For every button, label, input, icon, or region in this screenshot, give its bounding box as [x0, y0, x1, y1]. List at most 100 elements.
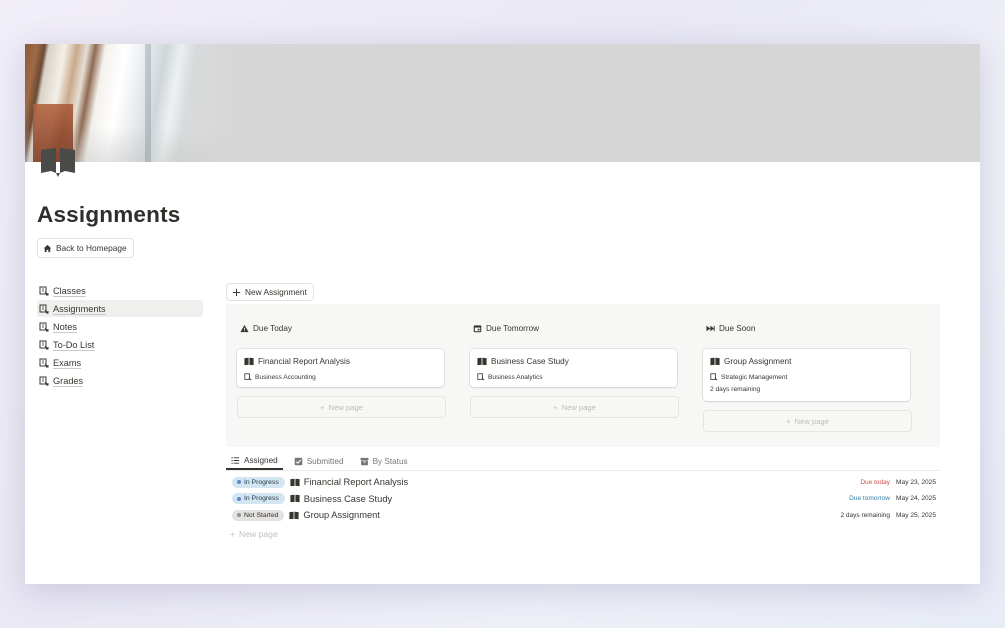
tab-by-status[interactable]: By Status: [355, 452, 413, 470]
due-date: May 25, 2025: [896, 511, 936, 519]
sidebar-item-grades[interactable]: Grades: [37, 372, 203, 389]
plus-icon: [232, 288, 241, 296]
card-title: Financial Report Analysis: [237, 349, 444, 367]
card-class-text: Strategic Management: [721, 373, 788, 381]
card-class-text: Business Analytics: [488, 373, 543, 381]
row-title[interactable]: Group Assignment: [289, 510, 380, 521]
card-title: Group Assignment: [703, 349, 910, 367]
row-title[interactable]: Business Case Study: [290, 494, 392, 504]
new-assignment-label: New Assignment: [245, 287, 307, 297]
back-button-label: Back to Homepage: [56, 243, 127, 253]
due-label: Due tomorrow: [849, 495, 890, 503]
page-link-icon: [477, 373, 485, 381]
status-dot: [237, 496, 241, 501]
plus-icon: +: [230, 528, 236, 539]
sidebar-item-exams[interactable]: Exams: [37, 354, 203, 371]
status-dot: [237, 480, 241, 485]
new-page-label: New page: [239, 528, 278, 539]
card-days-remaining: 2 days remaining: [710, 386, 761, 393]
fast-forward-icon: [706, 325, 715, 332]
status-badge[interactable]: Not Started: [232, 509, 285, 521]
sidebar-item-classes[interactable]: Classes: [37, 282, 203, 299]
page-link-icon: [39, 322, 49, 331]
card-class: Business Analytics: [470, 367, 677, 382]
new-page-button[interactable]: + New page: [470, 396, 679, 418]
new-page-label: New page: [561, 402, 596, 412]
home-icon: [43, 244, 52, 252]
page-link-icon: [39, 286, 49, 295]
sidebar-item-todo-list[interactable]: To-Do List: [37, 336, 203, 353]
column-heading-label: Due Soon: [719, 324, 756, 333]
page-link-icon: [39, 376, 49, 385]
back-to-homepage-button[interactable]: Back to Homepage: [37, 238, 134, 258]
archive-icon: [360, 457, 369, 465]
tab-label: Assigned: [244, 455, 278, 465]
plus-icon: +: [553, 402, 558, 412]
status-badge[interactable]: In Progress: [232, 476, 285, 488]
notion-page-window: Assignments Back to Homepage Classes Ass…: [25, 44, 980, 584]
sidebar-item-assignments[interactable]: Assignments: [37, 300, 203, 317]
view-tabs: Assigned Submitted By Status: [226, 452, 940, 471]
card-class-text: Business Accounting: [255, 373, 316, 381]
sidebar-item-label: Classes: [53, 285, 86, 296]
column-heading[interactable]: Due Tomorrow: [473, 324, 539, 333]
book-icon: [290, 495, 300, 503]
status-label: In Progress: [244, 495, 279, 503]
sidebar-item-label: Assignments: [53, 303, 106, 314]
plus-icon: +: [786, 416, 791, 426]
status-label: In Progress: [244, 478, 279, 486]
card-title-text: Group Assignment: [724, 356, 792, 366]
new-assignment-button[interactable]: New Assignment: [226, 283, 314, 301]
sidebar-item-label: Notes: [53, 321, 78, 332]
row-title[interactable]: Financial Report Analysis: [290, 477, 408, 487]
new-page-button[interactable]: + New page: [703, 410, 912, 432]
cover-photo: [25, 44, 240, 162]
table-row[interactable]: Not Started Group Assignment 2 days rema…: [226, 507, 940, 524]
book-icon: [244, 357, 254, 365]
table-row[interactable]: In Progress Financial Report Analysis Du…: [226, 474, 940, 491]
table-row[interactable]: In Progress Business Case Study Due tomo…: [226, 491, 940, 508]
column-heading-label: Due Tomorrow: [486, 324, 540, 333]
page-title: Assignments: [37, 202, 181, 227]
book-icon: [289, 511, 299, 519]
sidebar-item-notes[interactable]: Notes: [37, 318, 203, 335]
new-page-row-button[interactable]: + New page: [226, 526, 940, 542]
card-class: Strategic Management: [703, 367, 910, 382]
book-icon: [710, 357, 720, 365]
sidebar-item-label: To-Do List: [53, 339, 95, 350]
page-link-icon: [710, 373, 718, 381]
list-icon: [231, 456, 240, 464]
row-title-text: Business Case Study: [303, 493, 393, 504]
status-badge[interactable]: In Progress: [232, 493, 285, 505]
assignment-card[interactable]: Group Assignment Strategic Management 2 …: [703, 349, 910, 401]
due-date: May 24, 2025: [896, 495, 936, 503]
due-label: 2 days remaining: [840, 511, 891, 519]
due-board: Due Today Financial Report Analysis Busi…: [226, 304, 940, 447]
book-icon: [290, 478, 300, 486]
checkbox-icon: [294, 457, 302, 465]
assignment-card[interactable]: Financial Report Analysis Business Accou…: [237, 349, 444, 387]
page-link-icon: [39, 358, 49, 367]
page-cover[interactable]: [25, 44, 980, 162]
row-title-text: Group Assignment: [303, 510, 380, 521]
calendar-icon: [473, 325, 482, 333]
row-title-text: Financial Report Analysis: [303, 477, 409, 488]
column-heading[interactable]: Due Soon: [706, 324, 755, 333]
page-link-icon: [244, 373, 252, 381]
status-dot: [237, 513, 241, 518]
warning-icon: [240, 324, 249, 333]
status-label: Not Started: [244, 511, 279, 519]
book-icon[interactable]: [39, 146, 77, 178]
tab-assigned[interactable]: Assigned: [226, 452, 283, 470]
card-title-text: Financial Report Analysis: [258, 356, 350, 366]
new-page-button[interactable]: + New page: [237, 396, 446, 418]
page-link-icon: [39, 304, 49, 313]
column-heading[interactable]: Due Today: [240, 324, 292, 333]
due-label: Due today: [860, 478, 890, 486]
assignments-table: In Progress Financial Report Analysis Du…: [226, 474, 940, 542]
assignment-card[interactable]: Business Case Study Business Analytics: [470, 349, 677, 387]
due-date: May 23, 2025: [896, 478, 936, 486]
tab-submitted[interactable]: Submitted: [289, 452, 349, 470]
sidebar-item-label: Grades: [53, 375, 84, 386]
page-link-icon: [39, 340, 49, 349]
